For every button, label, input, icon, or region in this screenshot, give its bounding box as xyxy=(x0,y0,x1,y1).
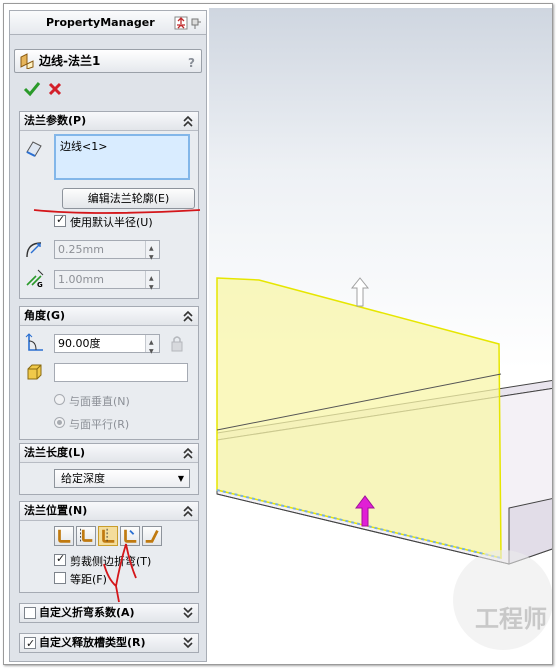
bend-radius-spinner[interactable] xyxy=(145,240,159,266)
bend-radius-value: 0.25mm xyxy=(58,243,104,256)
pm-title: PropertyManager xyxy=(46,16,155,29)
lock-icon[interactable] xyxy=(170,335,184,352)
edit-flange-profile-button[interactable]: 编辑法兰轮廓(E) xyxy=(62,188,195,209)
bend-radius-icon xyxy=(26,242,42,258)
collapse-up-icon[interactable] xyxy=(182,446,194,460)
ok-button[interactable] xyxy=(23,81,41,97)
flange-params-title: 法兰参数(P) xyxy=(24,114,87,127)
angle-spinner[interactable] xyxy=(145,334,159,360)
face-select-field[interactable] xyxy=(54,363,188,382)
bend-outside-icon xyxy=(102,528,115,544)
collapse-up-icon[interactable] xyxy=(182,114,194,128)
edge-list-item[interactable]: 边线<1> xyxy=(60,140,107,153)
parallel-radio[interactable] xyxy=(54,417,65,428)
trim-side-bends-checkbox[interactable] xyxy=(54,552,66,566)
dropdown-arrow-icon: ▼ xyxy=(177,474,184,483)
angle-field[interactable]: 90.00度 xyxy=(54,334,160,360)
custom-relief-type-checkbox[interactable] xyxy=(24,635,36,653)
flange-position-title: 法兰位置(N) xyxy=(24,504,88,517)
gap-value: 1.00mm xyxy=(58,273,104,286)
custom-relief-type-group[interactable]: 自定义释放槽类型(R) xyxy=(19,633,199,653)
graphics-viewport[interactable]: 工程师 xyxy=(209,8,552,664)
material-outside-icon xyxy=(80,528,93,544)
gap-spinner[interactable] xyxy=(145,270,159,296)
perpendicular-label: 与面垂直(N) xyxy=(69,395,130,408)
end-condition-value: 给定深度 xyxy=(61,472,105,485)
gap-field[interactable]: 1.00mm xyxy=(54,270,160,296)
custom-bend-allowance-label: 自定义折弯系数(A) xyxy=(39,606,135,619)
flange-position-header[interactable]: 法兰位置(N) xyxy=(20,502,198,521)
end-condition-select[interactable]: 给定深度 ▼ xyxy=(54,469,190,488)
material-inside-button[interactable] xyxy=(54,526,74,546)
angle-value: 90.00度 xyxy=(58,337,101,350)
flange-length-header[interactable]: 法兰长度(L) xyxy=(20,444,198,463)
tangent-to-bend-button[interactable] xyxy=(142,526,162,546)
material-outside-button[interactable] xyxy=(76,526,96,546)
custom-bend-allowance-checkbox[interactable] xyxy=(24,607,36,619)
flange-length-title: 法兰长度(L) xyxy=(24,446,86,459)
perpendicular-radio[interactable] xyxy=(54,394,65,405)
watermark-text: 工程师 xyxy=(475,604,547,633)
flange-params-header[interactable]: 法兰参数(P) xyxy=(20,112,198,131)
flange-params-group: 法兰参数(P) 边线<1> 编辑法兰轮廓(E) 使用默认半径(U) 0.25mm xyxy=(19,111,199,299)
help-icon[interactable]: ? xyxy=(188,52,195,74)
edge-select-icon xyxy=(26,141,42,157)
flange-position-group: 法兰位置(N) 剪裁侧边折弯(T) 等距(F) xyxy=(19,501,199,593)
offset-label: 等距(F) xyxy=(70,573,107,586)
use-default-radius-checkbox[interactable] xyxy=(54,213,66,227)
face-select-icon xyxy=(27,364,42,380)
pushpin-icon[interactable] xyxy=(190,16,202,30)
tangent-to-bend-icon xyxy=(145,529,159,543)
edge-listbox[interactable]: 边线<1> xyxy=(54,134,190,180)
feature-title: 边线-法兰1 xyxy=(39,54,101,68)
trim-side-bends-label: 剪裁侧边折弯(T) xyxy=(70,555,152,568)
material-inside-icon xyxy=(58,529,71,543)
angle-icon xyxy=(25,333,43,351)
svg-text:G: G xyxy=(37,281,43,289)
flange-length-group: 法兰长度(L) 给定深度 ▼ xyxy=(19,443,199,495)
bend-radius-field[interactable]: 0.25mm xyxy=(54,240,160,266)
virtual-sharp-icon xyxy=(124,529,137,543)
offset-checkbox[interactable] xyxy=(54,572,66,584)
cancel-button[interactable] xyxy=(47,81,63,97)
virtual-sharp-button[interactable] xyxy=(120,526,140,546)
bend-outside-button[interactable] xyxy=(98,526,118,546)
pin-icon[interactable] xyxy=(174,16,188,30)
angle-header[interactable]: 角度(G) xyxy=(20,307,198,326)
collapse-up-icon[interactable] xyxy=(182,309,194,323)
pm-header: PropertyManager xyxy=(10,11,206,35)
angle-group: 角度(G) 90.00度 ▲ ▼ 与面垂直(N) 与面平行(R) xyxy=(19,306,199,440)
collapse-up-icon[interactable] xyxy=(182,504,194,518)
property-manager-panel: PropertyManager 边线-法兰1 ? 法兰参数(P) 边线<1> 编… xyxy=(9,10,207,662)
custom-bend-allowance-group[interactable]: 自定义折弯系数(A) xyxy=(19,603,199,623)
expand-down-icon[interactable] xyxy=(182,606,194,620)
feature-title-bar: 边线-法兰1 ? xyxy=(14,49,202,73)
parallel-label: 与面平行(R) xyxy=(69,418,130,431)
expand-down-icon[interactable] xyxy=(182,636,194,650)
angle-title: 角度(G) xyxy=(24,309,66,322)
gap-distance-icon: G xyxy=(26,269,44,289)
edge-flange-icon xyxy=(20,53,34,69)
custom-relief-type-label: 自定义释放槽类型(R) xyxy=(39,636,146,649)
screenshot-frame: PropertyManager 边线-法兰1 ? 法兰参数(P) 边线<1> 编… xyxy=(3,3,553,665)
use-default-radius-label: 使用默认半径(U) xyxy=(70,216,153,229)
